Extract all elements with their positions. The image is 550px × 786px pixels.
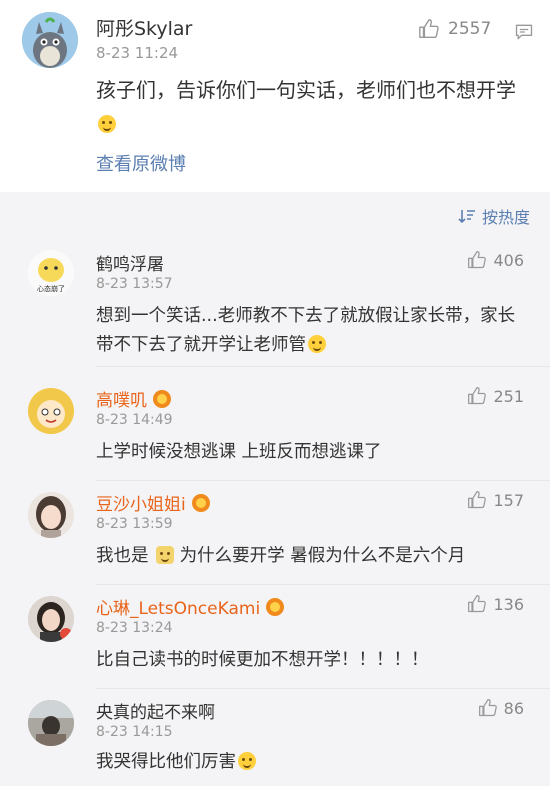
comment-text: 上学时候没想逃课 上班反而想逃课了 xyxy=(96,442,382,462)
comment-timestamp: 8-23 13:57 xyxy=(96,276,173,292)
comment-text: 比自己读书的时候更加不想开学！！！！！ xyxy=(96,650,429,670)
thumbs-up-icon xyxy=(468,491,487,509)
thumbs-up-icon xyxy=(468,387,487,405)
thumbs-up-icon xyxy=(478,699,497,717)
smile-emoji-icon xyxy=(308,335,326,353)
post-text: 孩子们，告诉你们一句实话，老师们也不想开学 xyxy=(96,74,526,140)
avatar[interactable] xyxy=(28,492,74,538)
comment-like-count: 406 xyxy=(493,250,524,270)
sweat-emoji-icon xyxy=(156,546,175,564)
comment-text: 我哭得比他们厉害 xyxy=(96,748,526,777)
comment-author-name[interactable]: 心琳_LetsOnceKami xyxy=(96,594,285,619)
comments-section: 按热度 心态崩了 鹤鸣浮屠 8-23 13:57 406 想到一个笑话...老师… xyxy=(0,192,550,786)
comment-like-button[interactable]: 136 xyxy=(467,594,524,614)
comment-timestamp: 8-23 13:59 xyxy=(96,516,173,532)
comment-item: 心态崩了 鹤鸣浮屠 8-23 13:57 406 想到一个笑话...老师教不下去… xyxy=(0,242,550,367)
comment-author-name[interactable]: 央真的起不来啊 xyxy=(96,698,215,723)
comment-like-count: 157 xyxy=(493,490,524,510)
smile-emoji-icon xyxy=(238,752,256,770)
post-author-name[interactable]: 阿彤Skylar xyxy=(96,14,192,41)
divider xyxy=(96,366,550,367)
thumbs-up-icon xyxy=(468,595,487,613)
comment-author-name[interactable]: 鹤鸣浮屠 xyxy=(96,250,164,275)
comment-like-count: 136 xyxy=(493,594,524,614)
sort-icon xyxy=(458,210,475,224)
comment-like-count: 251 xyxy=(493,386,524,406)
comment-like-button[interactable]: 406 xyxy=(467,250,524,270)
comment-item: 豆沙小姐姐i 8-23 13:59 157 我也是 为什么要开学 暑假为什么不是… xyxy=(0,486,550,586)
avatar[interactable] xyxy=(22,12,78,68)
comment-like-button[interactable]: 157 xyxy=(467,490,524,510)
comment-item: 央真的起不来啊 8-23 14:15 86 我哭得比他们厉害 xyxy=(0,694,550,786)
comment-item: 心琳_LetsOnceKami 8-23 13:24 136 比自己读书的时候更… xyxy=(0,590,550,690)
comment-text: 想到一个笑话...老师教不下去了就放假让家长带，家长带不下去了就开学让老师管 xyxy=(96,306,516,355)
comment-author-name[interactable]: 豆沙小姐姐i xyxy=(96,490,210,515)
comment-like-count: 86 xyxy=(503,698,524,718)
avatar[interactable] xyxy=(28,596,74,642)
comment-item: 高噗叽 8-23 14:49 251 上学时候没想逃课 上班反而想逃课了 xyxy=(0,382,550,482)
comment-like-button[interactable]: 251 xyxy=(467,386,524,406)
avatar[interactable] xyxy=(28,700,74,746)
avatar[interactable] xyxy=(28,388,74,434)
post-like-button[interactable]: 2557 xyxy=(418,18,491,40)
thumbs-up-icon xyxy=(419,19,439,38)
comment-author-name[interactable]: 高噗叽 xyxy=(96,386,171,411)
comment-timestamp: 8-23 13:24 xyxy=(96,620,173,636)
view-original-link[interactable]: 查看原微博 xyxy=(96,150,186,176)
divider xyxy=(96,688,550,689)
divider xyxy=(96,480,550,481)
thumbs-up-icon xyxy=(468,251,487,269)
comment-like-button[interactable]: 86 xyxy=(478,698,524,718)
avatar[interactable]: 心态崩了 xyxy=(28,250,74,296)
comment-timestamp: 8-23 14:49 xyxy=(96,412,173,428)
post-timestamp: 8-23 11:24 xyxy=(96,44,179,62)
divider xyxy=(96,584,550,585)
vip-badge-icon xyxy=(266,597,285,616)
comment-icon[interactable] xyxy=(514,22,534,46)
original-post: 阿彤Skylar 8-23 11:24 2557 孩子们，告诉你们一句实话，老师… xyxy=(0,0,550,192)
post-like-count: 2557 xyxy=(448,19,492,39)
sort-label: 按热度 xyxy=(481,208,530,227)
sort-by-hot-button[interactable]: 按热度 xyxy=(458,204,530,228)
vip-badge-icon xyxy=(191,493,210,512)
vip-badge-icon xyxy=(153,389,171,408)
avatar-caption: 心态崩了 xyxy=(37,284,65,293)
comment-text: 我也是 为什么要开学 暑假为什么不是六个月 xyxy=(96,546,466,566)
comment-timestamp: 8-23 14:15 xyxy=(96,724,173,740)
laugh-cry-emoji-icon xyxy=(98,115,116,133)
